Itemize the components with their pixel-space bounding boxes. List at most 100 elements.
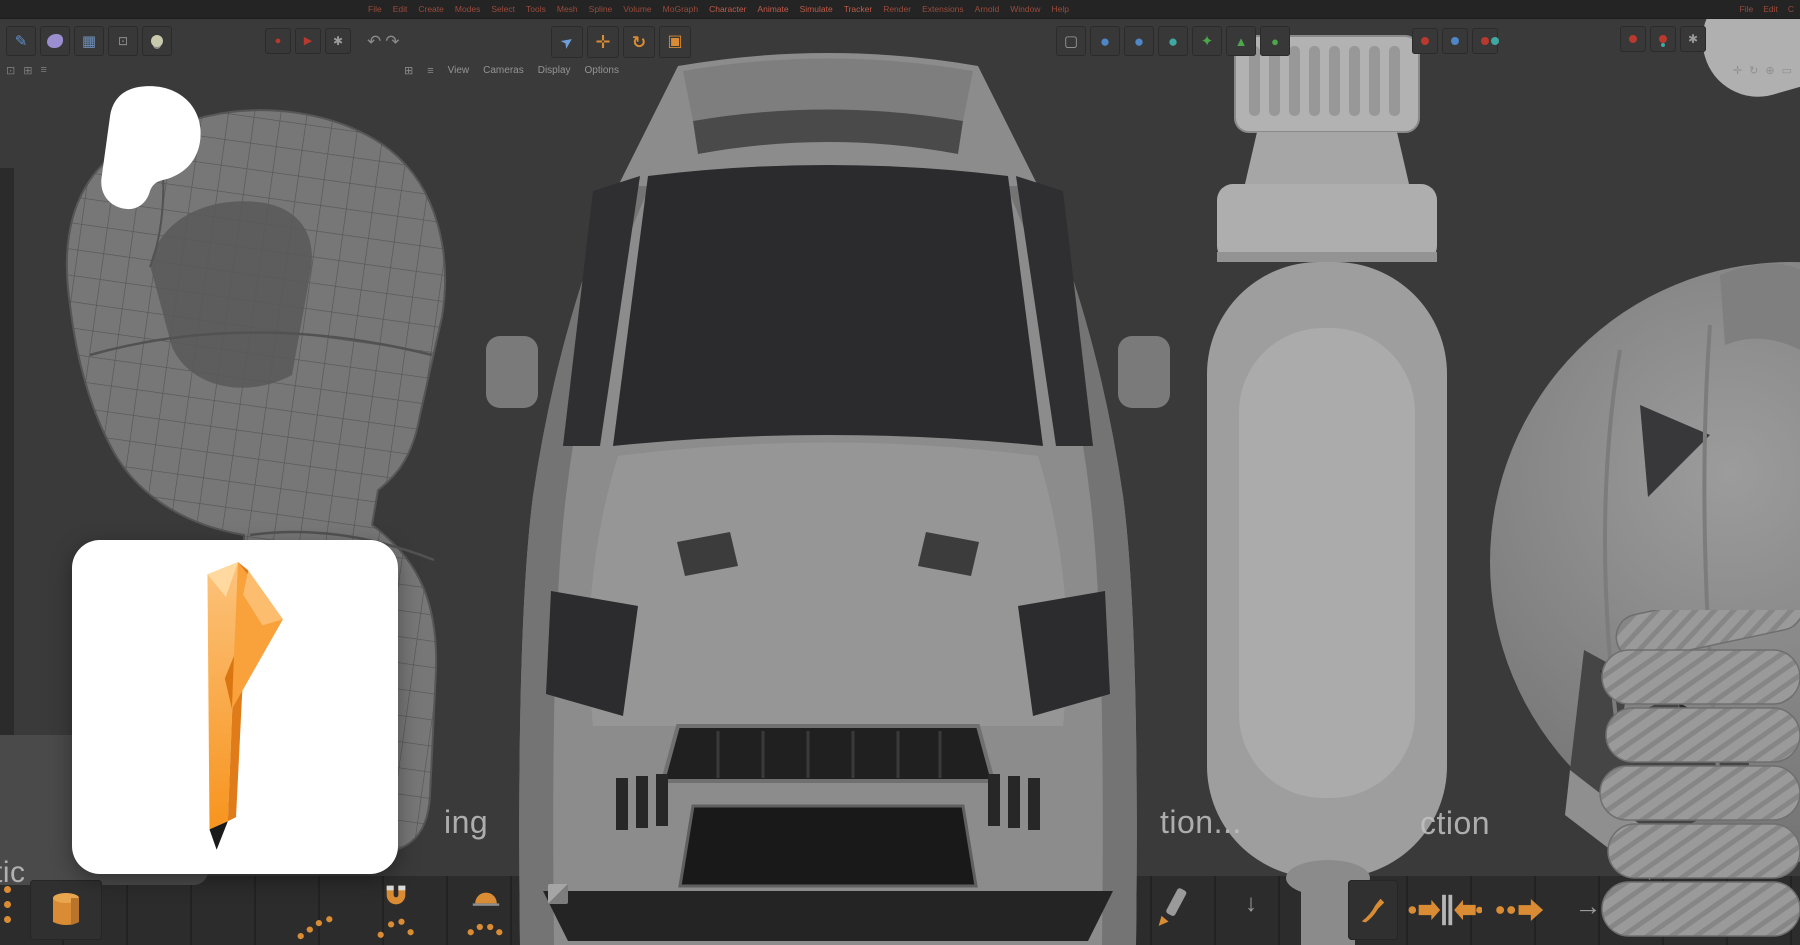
right-tile-1[interactable] bbox=[1620, 26, 1646, 52]
toolbar-transform-cluster: ➤ ✛ ↻ ▣ bbox=[551, 26, 691, 58]
menu-edit[interactable]: Edit bbox=[393, 4, 408, 14]
menu-modes[interactable]: Modes bbox=[455, 4, 481, 14]
scale-tool-button[interactable]: ▣ bbox=[659, 26, 691, 58]
selection-tool-button[interactable]: ➤ bbox=[551, 26, 583, 58]
menu-right-file[interactable]: File bbox=[1740, 4, 1754, 14]
cube-icon bbox=[548, 884, 568, 904]
menu-mograph[interactable]: MoGraph bbox=[663, 4, 698, 14]
record-icon: ● bbox=[275, 36, 282, 47]
menu-volume[interactable]: Volume bbox=[623, 4, 651, 14]
viewport-menubar: ⊞ ≡ View Cameras Display Options bbox=[404, 64, 619, 77]
tree-icon: ▲ bbox=[1235, 35, 1248, 48]
menu-simulate[interactable]: Simulate bbox=[800, 4, 833, 14]
handle-dot-icon bbox=[4, 916, 11, 923]
undo-icon[interactable]: ↶ bbox=[367, 33, 381, 50]
menu-create[interactable]: Create bbox=[418, 4, 444, 14]
falloff-dots-icon bbox=[373, 914, 417, 940]
settings-button[interactable]: ✱ bbox=[325, 28, 351, 54]
pan-camera-icon[interactable]: ✛ bbox=[1733, 64, 1742, 77]
timeline-button[interactable] bbox=[1412, 28, 1438, 54]
ramp-falloff-button[interactable] bbox=[462, 878, 510, 912]
menu-file[interactable]: File bbox=[368, 4, 382, 14]
vegetation-button[interactable]: ▲ bbox=[1226, 26, 1256, 56]
next-step-button[interactable]: → bbox=[1566, 884, 1610, 928]
falloff-dots-button-1[interactable] bbox=[286, 912, 344, 942]
menu-spline[interactable]: Spline bbox=[589, 4, 613, 14]
layout-grid-button[interactable]: ▦ bbox=[74, 26, 104, 56]
menu-select[interactable]: Select bbox=[491, 4, 515, 14]
menu-window[interactable]: Window bbox=[1010, 4, 1040, 14]
list-icon[interactable]: ≡ bbox=[40, 64, 46, 77]
viewport-menu-display[interactable]: Display bbox=[538, 65, 571, 76]
creator-avatar-card[interactable] bbox=[72, 540, 398, 874]
right-tile-3[interactable]: ✱ bbox=[1680, 26, 1706, 52]
bottom-panel-handle[interactable] bbox=[4, 886, 11, 923]
lamp-icon bbox=[151, 35, 163, 47]
viewport-lines-icon[interactable]: ≡ bbox=[427, 65, 433, 77]
pencil-tool-button[interactable] bbox=[1150, 882, 1190, 930]
material-sphere-icon: ● bbox=[1168, 33, 1178, 50]
red-teal-dot-icon bbox=[1481, 37, 1489, 45]
snap-settings-button[interactable]: ⊡ bbox=[108, 26, 138, 56]
down-arrow-icon: ↓ bbox=[1245, 892, 1257, 916]
zoom-camera-icon[interactable]: ⊕ bbox=[1765, 64, 1774, 77]
menu-extensions[interactable]: Extensions bbox=[922, 4, 964, 14]
move-tool-button[interactable]: ✛ bbox=[587, 26, 619, 58]
sculpt-tool-button[interactable] bbox=[40, 26, 70, 56]
pen-tool-button[interactable]: ✎ bbox=[6, 26, 36, 56]
menu-right-c[interactable]: C bbox=[1788, 4, 1794, 14]
move-icon: ✛ bbox=[595, 33, 610, 51]
falloff-dots-button-2[interactable] bbox=[366, 912, 424, 942]
bucket-tool-button[interactable] bbox=[30, 880, 102, 940]
falloff-dots-button-3[interactable] bbox=[456, 912, 514, 942]
menu-tracker[interactable]: Tracker bbox=[844, 4, 873, 14]
autokey-button[interactable] bbox=[1472, 28, 1498, 54]
menu-tools[interactable]: Tools bbox=[526, 4, 546, 14]
render-settings-button[interactable]: ● bbox=[1090, 26, 1120, 56]
move-down-button[interactable]: ↓ bbox=[1236, 884, 1266, 924]
viewport-menu-cameras[interactable]: Cameras bbox=[483, 65, 524, 76]
menu-help[interactable]: Help bbox=[1051, 4, 1068, 14]
maximize-view-icon[interactable]: ▭ bbox=[1782, 64, 1792, 77]
menu-arnold[interactable]: Arnold bbox=[975, 4, 1000, 14]
rotate-tool-button[interactable]: ↻ bbox=[623, 26, 655, 58]
grid-toggle-icon[interactable]: ⊞ bbox=[23, 64, 32, 77]
magnet-tool-button[interactable] bbox=[372, 878, 420, 912]
menu-right-edit[interactable]: Edit bbox=[1763, 4, 1778, 14]
viewport-menu-view[interactable]: View bbox=[448, 65, 470, 76]
viewport-left-icons: ⊡ ⊞ ≡ bbox=[6, 64, 47, 77]
render-sphere2-icon: ● bbox=[1134, 33, 1144, 50]
light-tool-button[interactable] bbox=[142, 26, 172, 56]
toolbar-record-cluster: ● ▶ ✱ ↶ ↷ bbox=[265, 28, 400, 54]
environment-button[interactable]: ✦ bbox=[1192, 26, 1222, 56]
align-tool-button[interactable] bbox=[1404, 884, 1484, 936]
brush-icon bbox=[1358, 895, 1388, 925]
menu-render[interactable]: Render bbox=[883, 4, 911, 14]
record-button[interactable]: ● bbox=[265, 28, 291, 54]
viewport-menu-options[interactable]: Options bbox=[585, 65, 619, 76]
render-queue-button[interactable]: ● bbox=[1124, 26, 1154, 56]
overlay-text-fragment-ction: ction bbox=[1420, 805, 1490, 842]
menubar-right: File Edit C bbox=[1740, 0, 1795, 18]
falloff-dots-icon bbox=[463, 914, 507, 940]
redo-icon[interactable]: ↷ bbox=[385, 33, 399, 50]
gear-icon: ✱ bbox=[333, 35, 343, 47]
menu-mesh[interactable]: Mesh bbox=[557, 4, 578, 14]
green-sphere-icon: ● bbox=[1271, 35, 1279, 48]
shift-right-button[interactable] bbox=[1492, 888, 1550, 932]
menu-animate[interactable]: Animate bbox=[757, 4, 788, 14]
render-view-button[interactable]: ▢ bbox=[1056, 26, 1086, 56]
brush-tool-button[interactable] bbox=[1348, 880, 1398, 940]
keyframe-button[interactable] bbox=[1442, 28, 1468, 54]
viewport-grid-icon[interactable]: ⊞ bbox=[404, 64, 413, 77]
menu-character[interactable]: Character bbox=[709, 4, 746, 14]
mixed-dot-icon bbox=[1659, 35, 1667, 43]
material-button[interactable]: ● bbox=[1158, 26, 1188, 56]
play-button[interactable]: ▶ bbox=[295, 28, 321, 54]
orbit-camera-icon[interactable]: ↻ bbox=[1749, 64, 1758, 77]
right-tile-2[interactable] bbox=[1650, 26, 1676, 52]
banner-stage: File Edit Create Modes Select Tools Mesh… bbox=[0, 0, 1800, 945]
axis-icon[interactable]: ⊡ bbox=[6, 64, 15, 77]
small-grid-icon: ⊡ bbox=[118, 35, 128, 47]
green-sphere-button[interactable]: ● bbox=[1260, 26, 1290, 56]
